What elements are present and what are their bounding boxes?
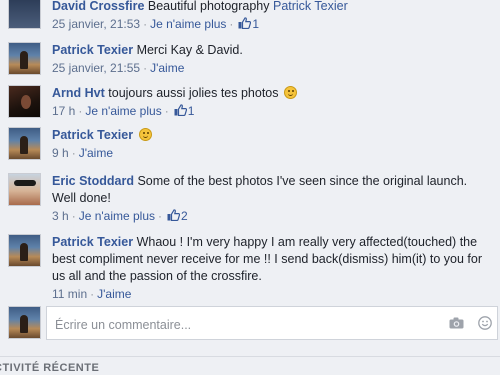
comment-meta: 11 min · J'aime xyxy=(52,287,132,301)
my-avatar[interactable] xyxy=(8,306,41,339)
unlike-link[interactable]: Je n'aime plus xyxy=(85,104,161,118)
avatar[interactable] xyxy=(8,127,41,160)
comment-meta: 9 h · J'aime xyxy=(52,146,113,160)
comment-author[interactable]: Eric Stoddard xyxy=(52,174,134,188)
thumbs-up-icon[interactable] xyxy=(174,104,187,116)
comment-time[interactable]: 25 janvier, 21:55 xyxy=(52,61,140,75)
comment-text: Merci Kay & David. xyxy=(136,43,243,57)
like-link[interactable]: J'aime xyxy=(150,61,184,75)
comment-author[interactable]: Patrick Texier xyxy=(52,43,133,57)
comment-meta: 17 h · Je n'aime plus · 1 xyxy=(52,104,195,118)
like-count[interactable]: 2 xyxy=(181,209,188,223)
comment-meta: 25 janvier, 21:53 · Je n'aime plus · 1 xyxy=(52,17,260,31)
avatar[interactable] xyxy=(8,234,41,267)
comment-author[interactable]: Patrick Texier xyxy=(52,128,133,142)
avatar[interactable] xyxy=(8,42,41,75)
like-link[interactable]: J'aime xyxy=(79,146,113,160)
emoji-icon[interactable] xyxy=(478,316,492,330)
comment-author[interactable]: Arnd Hvt xyxy=(52,86,105,100)
smiley-emoji-icon xyxy=(283,86,297,99)
section-title: CTIVITÉ RÉCENTE xyxy=(0,362,100,374)
comment-mention[interactable]: Patrick Texier xyxy=(273,0,348,13)
avatar[interactable] xyxy=(8,0,41,29)
comment-body: Arnd Hvt toujours aussi jolies tes photo… xyxy=(52,85,490,120)
camera-icon[interactable] xyxy=(449,317,464,329)
comment-body: Eric Stoddard Some of the best photos I'… xyxy=(52,173,490,225)
like-count[interactable]: 1 xyxy=(252,17,259,31)
comment-time[interactable]: 9 h xyxy=(52,146,69,160)
unlike-link[interactable]: Je n'aime plus xyxy=(150,17,226,31)
comment-time[interactable]: 3 h xyxy=(52,209,69,223)
section-divider xyxy=(0,356,500,357)
comment-meta: 3 h · Je n'aime plus · 2 xyxy=(52,209,188,223)
avatar[interactable] xyxy=(8,85,41,118)
like-count[interactable]: 1 xyxy=(188,104,195,118)
comment-time[interactable]: 17 h xyxy=(52,104,75,118)
comment-meta: 25 janvier, 21:55 · J'aime xyxy=(52,61,185,75)
thumbs-up-icon[interactable] xyxy=(238,17,252,29)
comment-composer: Écrire un commentaire... xyxy=(0,303,500,349)
comment-body: David Crossfire Beautiful photography Pa… xyxy=(52,0,490,33)
unlike-link[interactable]: Je n'aime plus xyxy=(79,209,155,223)
like-link[interactable]: J'aime xyxy=(97,287,131,301)
comment-body: Patrick Texier 9 h · J'aime xyxy=(52,127,490,162)
comment-author[interactable]: David Crossfire xyxy=(52,0,144,13)
comment-time[interactable]: 11 min xyxy=(52,287,87,301)
comment-text: toujours aussi jolies tes photos xyxy=(108,86,279,100)
comment-time[interactable]: 25 janvier, 21:53 xyxy=(52,17,140,31)
comment-author[interactable]: Patrick Texier xyxy=(52,235,133,249)
thumbs-up-icon[interactable] xyxy=(167,209,181,221)
smiley-emoji-icon xyxy=(138,128,152,141)
avatar[interactable] xyxy=(8,173,41,206)
comment-input-placeholder: Écrire un commentaire... xyxy=(55,318,192,332)
comment-input[interactable]: Écrire un commentaire... xyxy=(46,306,498,340)
comment-text: Beautiful photography xyxy=(147,0,273,13)
comment-body: Patrick Texier Whaou ! I'm very happy I … xyxy=(52,234,490,303)
comment-body: Patrick Texier Merci Kay & David. 25 jan… xyxy=(52,42,490,77)
